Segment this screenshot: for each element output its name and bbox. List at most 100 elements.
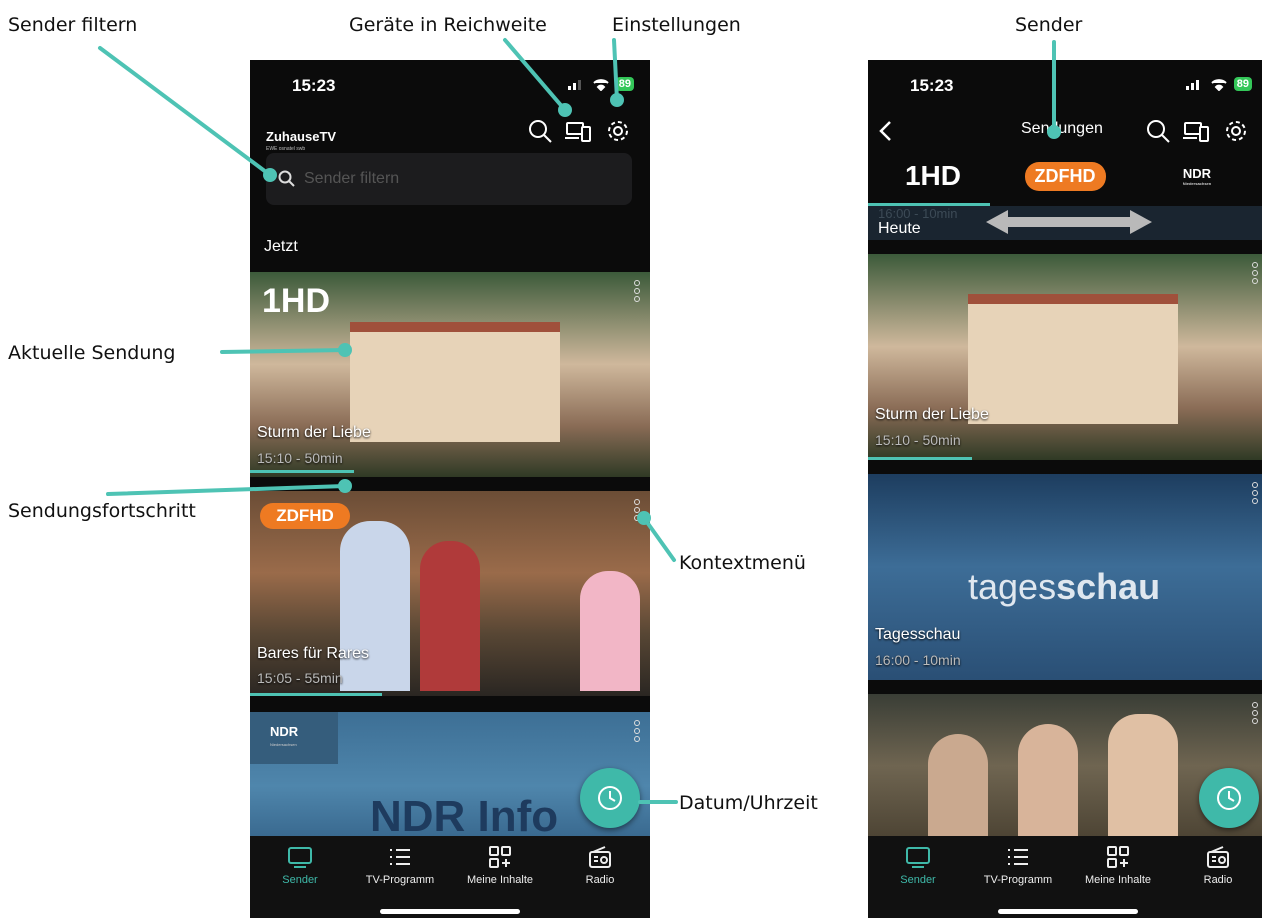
devices-icon[interactable] xyxy=(1183,118,1209,144)
person-image xyxy=(580,571,640,691)
progress-bar xyxy=(868,457,972,460)
section-now: Jetzt xyxy=(264,238,298,255)
context-menu-icon[interactable] xyxy=(634,720,640,742)
tab-sender[interactable]: Sender xyxy=(868,844,968,886)
channel-logo-ndr-sub: Niedersachsen xyxy=(270,742,297,747)
person-image xyxy=(928,734,988,838)
signal-icon xyxy=(1185,80,1199,90)
program-title: Sturm der Liebe xyxy=(257,424,371,441)
channel-logo-zdfhd: ZDFHD xyxy=(260,503,350,529)
gear-icon[interactable] xyxy=(1223,118,1249,144)
castle-image xyxy=(350,322,560,442)
faded-time: 16:00 - 10min xyxy=(878,206,958,221)
tab-label: TV-Programm xyxy=(983,874,1053,886)
radio-icon xyxy=(1207,846,1229,868)
annotation-kontextmenue: Kontextmenü xyxy=(679,552,806,574)
signal-icon xyxy=(567,80,581,90)
search-icon[interactable] xyxy=(1145,118,1171,144)
tab-sender[interactable]: Sender xyxy=(250,844,350,886)
tv-icon xyxy=(288,847,312,868)
program-title: Sturm der Liebe xyxy=(875,406,989,423)
list-icon xyxy=(390,849,410,865)
day-bar: 16:00 - 10min Heute xyxy=(868,206,1262,240)
person-image xyxy=(1018,724,1078,838)
person-image xyxy=(1108,714,1178,838)
datetime-button[interactable] xyxy=(1199,768,1259,828)
context-menu-icon[interactable] xyxy=(634,280,640,302)
gear-icon[interactable] xyxy=(605,118,631,144)
bottom-tab-bar: Sender TV-Programm Meine Inhalte Radio xyxy=(868,836,1262,918)
search-icon[interactable] xyxy=(527,118,553,144)
channel-tab-ndr-sub: Niedersachsen xyxy=(1182,181,1212,186)
tab-label: Sender xyxy=(900,874,936,886)
channel-tab-ndr[interactable]: NDR Niedersachsen xyxy=(1152,156,1242,196)
annotation-aktuelle-sendung: Aktuelle Sendung xyxy=(8,342,176,364)
annotation-geraete: Geräte in Reichweite xyxy=(349,14,547,36)
context-menu-icon[interactable] xyxy=(1252,262,1258,284)
tab-label: Radio xyxy=(1203,874,1233,886)
bottom-tab-bar: Sender TV-Programm Meine Inhalte Radio xyxy=(250,836,650,918)
tab-label: Sender xyxy=(282,874,318,886)
tab-label: TV-Programm xyxy=(365,874,435,886)
battery-badge: 89 xyxy=(615,77,634,91)
left-phone-screen: 15:23 89 ZuhauseTV EWE osnatel swb Sende… xyxy=(250,60,650,918)
program-card[interactable]: ZDFHD Bares für Rares 15:05 - 55min xyxy=(250,491,650,696)
tab-radio[interactable]: Radio xyxy=(550,844,650,886)
channel-switcher[interactable]: 1HD ZDFHD NDR Niedersachsen xyxy=(868,156,1262,204)
page-title: Sendungen xyxy=(1021,120,1103,137)
status-time: 15:23 xyxy=(910,76,954,95)
castle-image xyxy=(968,294,1178,424)
home-indicator xyxy=(998,909,1138,914)
day-label: Heute xyxy=(878,220,921,237)
program-time: 15:05 - 55min xyxy=(257,670,343,686)
back-chevron-icon[interactable] xyxy=(874,118,900,144)
channel-tab-zdfhd[interactable]: ZDFHD xyxy=(1014,156,1116,196)
right-phone-screen: 15:23 89 Sendungen 1HD ZDFHD NDR Nieders… xyxy=(868,60,1262,918)
tab-meine-inhalte[interactable]: Meine Inhalte xyxy=(1068,844,1168,886)
grid-plus-icon xyxy=(489,846,511,868)
program-card[interactable]: tagesschau Tagesschau 16:00 - 10min xyxy=(868,474,1262,680)
tab-tv-programm[interactable]: TV-Programm xyxy=(968,844,1068,886)
annotation-datum: Datum/Uhrzeit xyxy=(679,792,818,814)
tab-tv-programm[interactable]: TV-Programm xyxy=(350,844,450,886)
progress-bar xyxy=(250,470,354,473)
context-menu-icon[interactable] xyxy=(1252,702,1258,724)
channel-logo-1hd: 1HD xyxy=(262,282,331,320)
swipe-arrow-icon xyxy=(986,210,1152,234)
channel-tab-zdfhd-label: ZDFHD xyxy=(1024,161,1106,191)
annotation-fortschritt: Sendungsfortschritt xyxy=(8,500,196,522)
channel-tab-ndr-label: NDR xyxy=(1182,166,1212,181)
program-title: Tagesschau xyxy=(875,626,961,643)
search-placeholder: Sender filtern xyxy=(304,170,400,187)
person-image xyxy=(420,541,480,691)
datetime-button[interactable] xyxy=(580,768,640,828)
line-sender-filtern xyxy=(98,46,272,177)
annotation-einstellungen: Einstellungen xyxy=(612,14,741,36)
clock-icon xyxy=(598,786,622,810)
program-time: 15:10 - 50min xyxy=(257,450,343,466)
grid-plus-icon xyxy=(1107,846,1129,868)
app-logo-text: ZuhauseTV xyxy=(266,129,337,144)
tagesschau-logo-bold: schau xyxy=(1056,566,1161,607)
radio-icon xyxy=(589,846,611,868)
program-card[interactable] xyxy=(868,694,1262,838)
program-card[interactable]: Sturm der Liebe 15:10 - 50min xyxy=(868,254,1262,460)
list-icon xyxy=(1008,849,1028,865)
program-time: 15:10 - 50min xyxy=(875,432,961,448)
status-bar: 15:23 89 xyxy=(250,60,650,112)
wifi-icon xyxy=(593,79,609,91)
tab-label: Radio xyxy=(585,874,615,886)
progress-bar xyxy=(250,693,382,696)
channel-logo-ndr-text: NDR xyxy=(270,724,299,739)
program-time: 16:00 - 10min xyxy=(875,652,961,668)
channel-filter-input[interactable]: Sender filtern xyxy=(266,153,632,205)
tab-radio[interactable]: Radio xyxy=(1168,844,1262,886)
program-card[interactable]: 1HD Sturm der Liebe 15:10 - 50min xyxy=(250,272,650,477)
annotation-sender: Sender xyxy=(1015,14,1083,36)
tab-meine-inhalte[interactable]: Meine Inhalte xyxy=(450,844,550,886)
context-menu-icon[interactable] xyxy=(634,499,640,521)
devices-icon[interactable] xyxy=(565,118,591,144)
context-menu-icon[interactable] xyxy=(1252,482,1258,504)
person-image xyxy=(340,521,410,691)
channel-tab-1hd[interactable]: 1HD xyxy=(888,156,978,196)
